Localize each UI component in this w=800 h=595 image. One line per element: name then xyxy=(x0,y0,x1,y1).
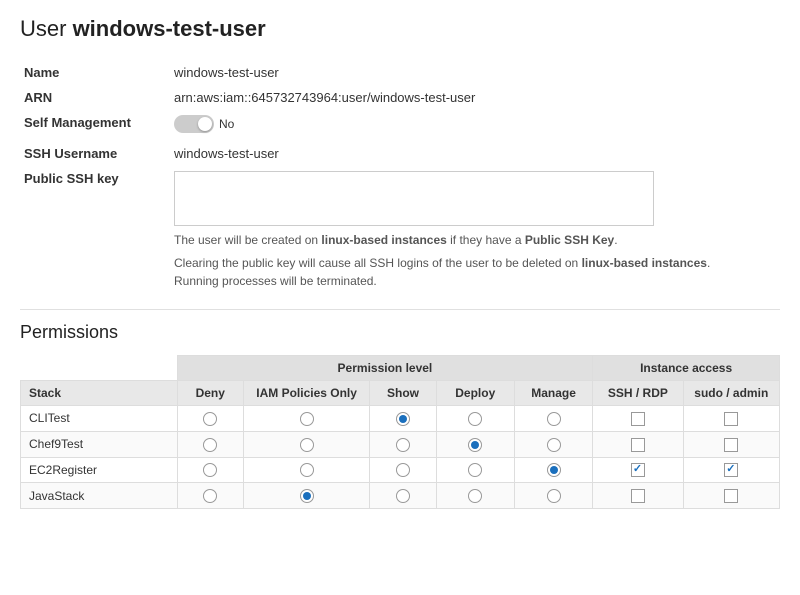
checkbox-cell-sudo[interactable] xyxy=(683,483,779,509)
radio-iam[interactable] xyxy=(300,489,314,503)
ssh-key-note2: Clearing the public key will cause all S… xyxy=(174,254,734,290)
arn-label: ARN xyxy=(20,85,170,110)
radio-cell-show[interactable] xyxy=(370,457,436,483)
public-ssh-key-cell: The user will be created on linux-based … xyxy=(170,166,780,295)
checkbox-sudo[interactable] xyxy=(724,463,738,477)
radio-cell-deploy[interactable] xyxy=(436,431,514,457)
self-management-toggle[interactable] xyxy=(174,115,214,133)
radio-show[interactable] xyxy=(396,463,410,477)
col-sudo-header: sudo / admin xyxy=(683,381,779,406)
permission-level-header: Permission level xyxy=(177,356,593,381)
stack-name-cell: Chef9Test xyxy=(21,431,178,457)
radio-cell-manage[interactable] xyxy=(514,483,592,509)
name-value: windows-test-user xyxy=(170,60,780,85)
radio-deploy[interactable] xyxy=(468,463,482,477)
radio-deny[interactable] xyxy=(203,463,217,477)
name-label: Name xyxy=(20,60,170,85)
ssh-username-label: SSH Username xyxy=(20,141,170,166)
stack-name-cell: CLITest xyxy=(21,406,178,432)
ssh-username-value: windows-test-user xyxy=(170,141,780,166)
table-row: JavaStack xyxy=(21,483,780,509)
checkbox-ssh[interactable] xyxy=(631,463,645,477)
radio-cell-iam[interactable] xyxy=(243,457,370,483)
col-stack-header: Stack xyxy=(21,381,178,406)
radio-iam[interactable] xyxy=(300,412,314,426)
radio-show[interactable] xyxy=(396,438,410,452)
page-title: User windows-test-user xyxy=(20,16,780,42)
table-row: CLITest xyxy=(21,406,780,432)
radio-deploy[interactable] xyxy=(468,438,482,452)
checkbox-sudo[interactable] xyxy=(724,412,738,426)
radio-deny[interactable] xyxy=(203,438,217,452)
col-ssh-header: SSH / RDP xyxy=(593,381,683,406)
checkbox-cell-sudo[interactable] xyxy=(683,457,779,483)
radio-cell-deny[interactable] xyxy=(177,406,243,432)
col-iam-header: IAM Policies Only xyxy=(243,381,370,406)
radio-cell-manage[interactable] xyxy=(514,406,592,432)
radio-manage[interactable] xyxy=(547,463,561,477)
radio-cell-iam[interactable] xyxy=(243,483,370,509)
radio-cell-deny[interactable] xyxy=(177,431,243,457)
radio-cell-show[interactable] xyxy=(370,483,436,509)
radio-cell-deny[interactable] xyxy=(177,483,243,509)
self-management-label: Self Management xyxy=(20,110,170,141)
radio-manage[interactable] xyxy=(547,489,561,503)
permissions-title: Permissions xyxy=(20,322,780,343)
radio-cell-deny[interactable] xyxy=(177,457,243,483)
radio-cell-deploy[interactable] xyxy=(436,457,514,483)
radio-cell-deploy[interactable] xyxy=(436,406,514,432)
self-management-value: No xyxy=(170,110,780,141)
instance-access-header: Instance access xyxy=(593,356,780,381)
stack-col-spacer xyxy=(21,356,178,381)
section-divider xyxy=(20,309,780,310)
stack-name-cell: EC2Register xyxy=(21,457,178,483)
radio-show[interactable] xyxy=(396,412,410,426)
radio-cell-iam[interactable] xyxy=(243,431,370,457)
checkbox-ssh[interactable] xyxy=(631,438,645,452)
col-manage-header: Manage xyxy=(514,381,592,406)
stack-name-cell: JavaStack xyxy=(21,483,178,509)
col-deny-header: Deny xyxy=(177,381,243,406)
radio-iam[interactable] xyxy=(300,463,314,477)
checkbox-cell-ssh[interactable] xyxy=(593,457,683,483)
radio-deny[interactable] xyxy=(203,489,217,503)
checkbox-sudo[interactable] xyxy=(724,438,738,452)
checkbox-cell-sudo[interactable] xyxy=(683,406,779,432)
arn-value: arn:aws:iam::645732743964:user/windows-t… xyxy=(170,85,780,110)
checkbox-cell-ssh[interactable] xyxy=(593,406,683,432)
checkbox-cell-sudo[interactable] xyxy=(683,431,779,457)
radio-deny[interactable] xyxy=(203,412,217,426)
col-deploy-header: Deploy xyxy=(436,381,514,406)
radio-deploy[interactable] xyxy=(468,489,482,503)
table-row: EC2Register xyxy=(21,457,780,483)
radio-cell-iam[interactable] xyxy=(243,406,370,432)
col-show-header: Show xyxy=(370,381,436,406)
radio-show[interactable] xyxy=(396,489,410,503)
ssh-key-note1: The user will be created on linux-based … xyxy=(174,231,734,249)
radio-cell-manage[interactable] xyxy=(514,457,592,483)
radio-cell-manage[interactable] xyxy=(514,431,592,457)
checkbox-sudo[interactable] xyxy=(724,489,738,503)
user-info-table: Name windows-test-user ARN arn:aws:iam::… xyxy=(20,60,780,295)
radio-deploy[interactable] xyxy=(468,412,482,426)
checkbox-cell-ssh[interactable] xyxy=(593,431,683,457)
public-ssh-key-label: Public SSH key xyxy=(20,166,170,295)
permissions-table: Permission level Instance access Stack D… xyxy=(20,355,780,509)
radio-manage[interactable] xyxy=(547,438,561,452)
radio-cell-deploy[interactable] xyxy=(436,483,514,509)
radio-cell-show[interactable] xyxy=(370,406,436,432)
public-ssh-key-input[interactable] xyxy=(174,171,654,226)
radio-cell-show[interactable] xyxy=(370,431,436,457)
radio-iam[interactable] xyxy=(300,438,314,452)
checkbox-ssh[interactable] xyxy=(631,412,645,426)
checkbox-ssh[interactable] xyxy=(631,489,645,503)
self-management-toggle-label: No xyxy=(219,117,234,131)
table-row: Chef9Test xyxy=(21,431,780,457)
radio-manage[interactable] xyxy=(547,412,561,426)
checkbox-cell-ssh[interactable] xyxy=(593,483,683,509)
